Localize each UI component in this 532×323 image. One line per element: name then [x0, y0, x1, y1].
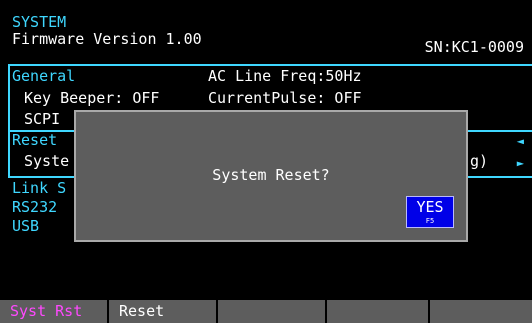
- reset-system-item[interactable]: Syste: [24, 153, 69, 170]
- softkey-4[interactable]: [327, 300, 430, 323]
- key-beeper[interactable]: Key Beeper: OFF: [24, 90, 159, 107]
- firmware-version: Firmware Version 1.00: [12, 30, 202, 48]
- instrument-screen: SYSTEM Firmware Version 1.00 SN:KC1-0009…: [0, 0, 532, 323]
- link-rs232[interactable]: RS232: [12, 199, 57, 216]
- reset-confirm-dialog: System Reset? YES F5: [74, 110, 468, 242]
- link-title: Link S: [12, 179, 67, 197]
- right-arrow-icon: ►: [516, 156, 524, 170]
- system-title: SYSTEM: [12, 13, 67, 31]
- yes-key-label: F5: [425, 217, 435, 225]
- scpi-item[interactable]: SCPI: [24, 111, 60, 128]
- reset-partial-text: g): [470, 152, 489, 170]
- header: SYSTEM Firmware Version 1.00: [12, 14, 202, 48]
- softkey-bar: Syst Rst Reset: [0, 300, 532, 323]
- dialog-message: System Reset?: [212, 166, 330, 184]
- left-arrow-icon: ◄: [516, 134, 524, 148]
- ac-line-freq[interactable]: AC Line Freq:50Hz: [208, 68, 362, 85]
- general-title: General: [12, 67, 76, 85]
- yes-button[interactable]: YES F5: [406, 196, 454, 228]
- link-usb[interactable]: USB: [12, 218, 39, 235]
- yes-label: YES: [416, 198, 444, 216]
- softkey-5[interactable]: [430, 300, 532, 323]
- softkey-reset[interactable]: Reset: [109, 300, 218, 323]
- current-pulse[interactable]: CurrentPulse: OFF: [208, 90, 362, 107]
- softkey-3[interactable]: [218, 300, 327, 323]
- softkey-syst-rst[interactable]: Syst Rst: [0, 300, 109, 323]
- serial-number: SN:KC1-0009: [424, 38, 524, 56]
- reset-title: Reset: [12, 131, 58, 149]
